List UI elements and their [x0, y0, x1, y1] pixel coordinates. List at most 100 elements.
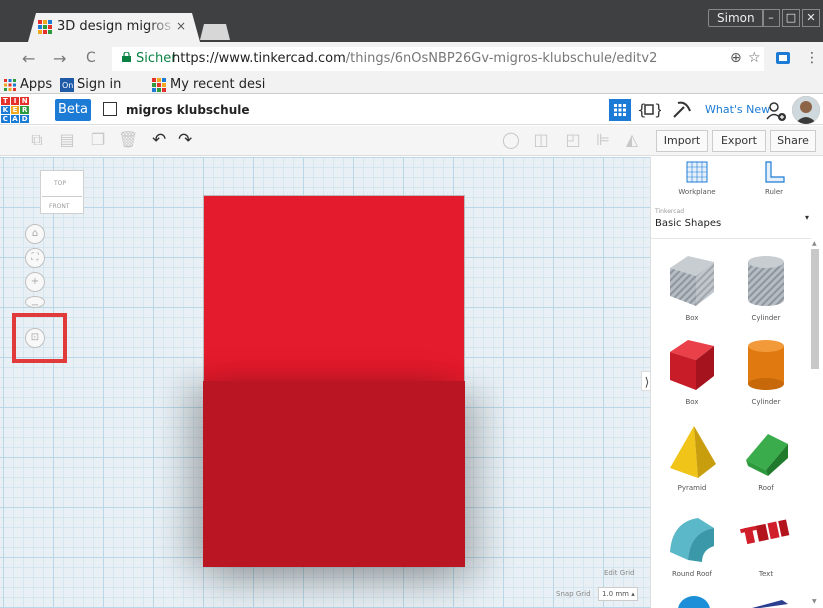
logo-letter: A — [10, 115, 20, 123]
tinkercad-icon — [152, 78, 166, 92]
secure-label: Sicher — [136, 51, 177, 66]
app-header — [0, 95, 823, 125]
zoom-icon[interactable]: ⊕ — [730, 50, 742, 66]
ruler-icon — [765, 161, 785, 183]
box-icon — [670, 340, 714, 390]
url-text[interactable]: https://www.tinkercad.com/things/6nOsNBP… — [172, 51, 657, 66]
shape-item-pyramid[interactable]: Pyramid — [654, 420, 730, 492]
shape-label: Roof — [758, 484, 774, 492]
bookmark-sign-in[interactable]: Sign in — [77, 77, 121, 92]
logo-letter: N — [20, 97, 29, 105]
shape-item-cylinder-hole[interactable]: Cylinder — [728, 250, 804, 322]
scribble-shape-icon[interactable] — [752, 598, 788, 608]
shape-item-round-roof[interactable]: Round Roof — [654, 506, 730, 578]
panel-scrollbar[interactable] — [811, 249, 819, 369]
logo-letter: K — [1, 106, 10, 114]
fit-icon[interactable]: ⛶ — [25, 248, 45, 268]
shape-item-box[interactable]: Box — [654, 334, 730, 406]
grid-view-icon[interactable] — [609, 99, 631, 121]
close-window-button[interactable]: ✕ — [802, 9, 820, 27]
new-tab-button[interactable] — [200, 24, 230, 40]
tab-title: 3D design migros k — [57, 19, 177, 34]
view-cube-front[interactable]: FRONT — [49, 203, 70, 210]
shape-label: Text — [758, 570, 774, 578]
group-icon[interactable]: ◰ — [564, 131, 582, 149]
shape-label: Cylinder — [751, 314, 781, 322]
whats-new-link[interactable]: What's New — [705, 103, 770, 116]
red-box-top-face[interactable] — [203, 195, 465, 381]
ruler-tool[interactable]: Ruler — [744, 160, 804, 196]
cylinder-hole-icon — [748, 256, 784, 306]
reload-button[interactable]: C — [86, 50, 96, 66]
bookmark-recent-designs[interactable]: My recent design — [170, 77, 265, 92]
redo-button[interactable]: ↷ — [178, 130, 192, 150]
round-roof-icon — [670, 518, 714, 562]
svg-text:On: On — [62, 81, 73, 90]
url-path: /things/6nOsNBP26Gv-migros-klubschule/ed… — [345, 51, 658, 66]
scroll-up-icon[interactable]: ▲ — [812, 240, 817, 247]
logo-letter: E — [10, 106, 20, 114]
highlight-box — [12, 313, 67, 363]
share-button[interactable]: Share — [770, 130, 816, 152]
forward-button[interactable]: → — [53, 49, 66, 68]
shape-item-box-hole[interactable]: Box — [654, 250, 730, 322]
tinkercad-logo[interactable]: T I N K E R C A D — [1, 97, 29, 123]
duplicate-icon[interactable]: ❐ — [89, 131, 107, 149]
box-hole-icon — [670, 256, 714, 306]
ruler-label: Ruler — [764, 188, 784, 196]
zoom-in-icon[interactable]: + — [25, 272, 45, 292]
maximize-button[interactable]: □ — [782, 9, 800, 27]
snap-grid-select[interactable]: 1.0 mm ▴ — [598, 587, 638, 601]
back-button[interactable]: ← — [22, 49, 35, 68]
delete-icon[interactable]: 🗑 — [118, 131, 138, 149]
sphere-shape-icon[interactable] — [676, 594, 712, 608]
code-blocks-icon[interactable]: {} — [637, 99, 661, 121]
tab-close-icon[interactable]: × — [176, 19, 186, 33]
zoom-out-icon[interactable]: − — [25, 296, 45, 308]
apps-grid-icon — [4, 79, 16, 91]
bookmark-star-icon[interactable]: ☆ — [748, 50, 761, 66]
profile-button[interactable]: Simon — [708, 9, 764, 27]
mirror-icon[interactable]: ◭ — [623, 131, 641, 149]
pickaxe-icon[interactable] — [670, 99, 692, 121]
library-dropdown[interactable]: Basic Shapes — [655, 218, 721, 229]
logo-letter: I — [10, 97, 20, 105]
bookmark-apps[interactable]: Apps — [20, 77, 52, 92]
workplane-tool[interactable]: Workplane — [667, 160, 727, 196]
undo-button[interactable]: ↶ — [152, 130, 166, 150]
show-all-icon[interactable]: ◫ — [532, 131, 550, 149]
panel-divider — [651, 238, 811, 239]
minimize-button[interactable]: – — [762, 9, 780, 27]
import-button[interactable]: Import — [656, 130, 708, 152]
shape-item-text[interactable]: Text — [728, 506, 804, 578]
pyramid-icon — [670, 426, 716, 478]
design-list-icon[interactable] — [103, 102, 117, 116]
avatar-image — [792, 96, 820, 124]
chrome-menu-icon[interactable]: ⋮ — [805, 50, 819, 66]
shape-label: Box — [685, 314, 699, 322]
snap-grid-label: Snap Grid — [556, 590, 591, 598]
avatar[interactable] — [792, 96, 820, 124]
beta-badge[interactable]: Beta — [55, 99, 91, 121]
logo-letter: C — [1, 115, 10, 123]
extension-icon[interactable] — [776, 52, 790, 64]
shape-item-cylinder[interactable]: Cylinder — [728, 334, 804, 406]
shape-item-roof[interactable]: Roof — [728, 420, 804, 492]
edit-grid-link[interactable]: Edit Grid — [604, 569, 634, 577]
note-icon[interactable]: ◯ — [502, 131, 520, 149]
shape-label: Cylinder — [751, 398, 781, 406]
home-icon[interactable]: ⌂ — [25, 224, 45, 244]
design-title[interactable]: migros klubschule — [126, 103, 250, 117]
workplane-icon — [686, 161, 708, 183]
export-button[interactable]: Export — [712, 130, 766, 152]
user-add-icon[interactable] — [765, 100, 787, 122]
red-box-front-face[interactable] — [203, 381, 465, 567]
chevron-down-icon[interactable]: ▾ — [805, 213, 809, 222]
align-icon[interactable]: ⊫ — [594, 131, 612, 149]
scroll-down-icon[interactable]: ▼ — [812, 598, 817, 605]
bookmarks-bar — [0, 74, 823, 94]
copy-icon[interactable]: ⧉ — [28, 131, 46, 149]
paste-icon[interactable]: ▤ — [58, 131, 76, 149]
url-host: https://www.tinkercad.com — [172, 51, 346, 66]
view-cube-top[interactable]: TOP — [54, 180, 66, 187]
